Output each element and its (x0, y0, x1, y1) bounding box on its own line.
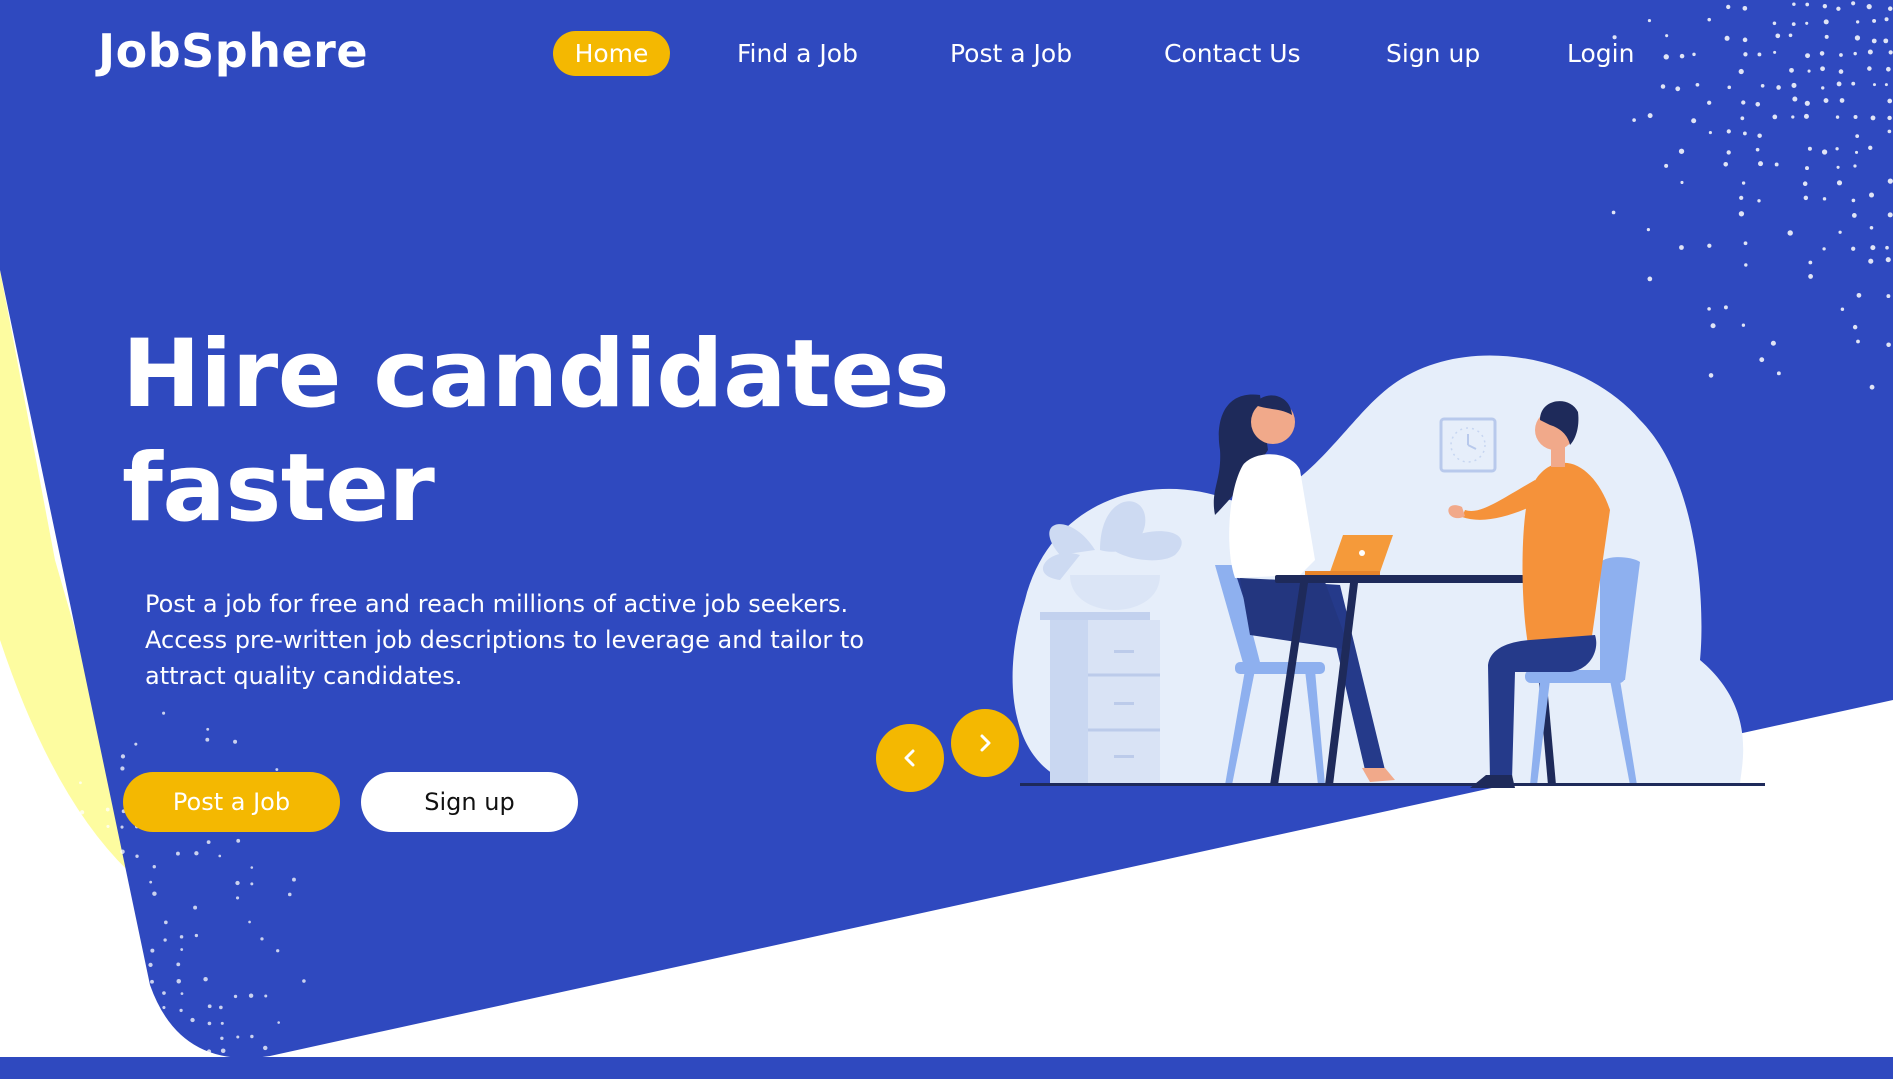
hero-description-line-3: attract quality candidates. (145, 662, 462, 690)
nav-item-find-a-job[interactable]: Find a Job (737, 31, 858, 76)
nav-item-login[interactable]: Login (1567, 31, 1634, 76)
hero-description-line-1: Post a job for free and reach millions o… (145, 590, 848, 618)
hero-headline: Hire candidates faster (122, 318, 1022, 546)
nav-item-post-a-job[interactable]: Post a Job (950, 31, 1072, 76)
hero-description: Post a job for free and reach millions o… (145, 586, 895, 694)
chevron-left-icon (898, 746, 922, 770)
nav-item-home[interactable]: Home (553, 31, 670, 76)
floor-line (1020, 783, 1765, 786)
bottom-bar (0, 1057, 1893, 1079)
side-cabinet (1040, 612, 1160, 785)
hero-headline-line-2: faster (122, 432, 1022, 546)
job-interview-illustration (1000, 350, 1780, 800)
hero-description-line-2: Access pre-written job descriptions to l… (145, 626, 864, 654)
nav-item-contact-us[interactable]: Contact Us (1164, 31, 1301, 76)
chevron-right-icon (973, 731, 997, 755)
carousel-prev-button[interactable] (876, 724, 944, 792)
hero-headline-line-1: Hire candidates (122, 318, 1022, 432)
main-nav: Home Find a Job Post a Job Contact Us Si… (0, 0, 1893, 110)
sign-up-button[interactable]: Sign up (361, 772, 578, 832)
post-a-job-button[interactable]: Post a Job (123, 772, 340, 832)
nav-item-sign-up[interactable]: Sign up (1386, 31, 1480, 76)
